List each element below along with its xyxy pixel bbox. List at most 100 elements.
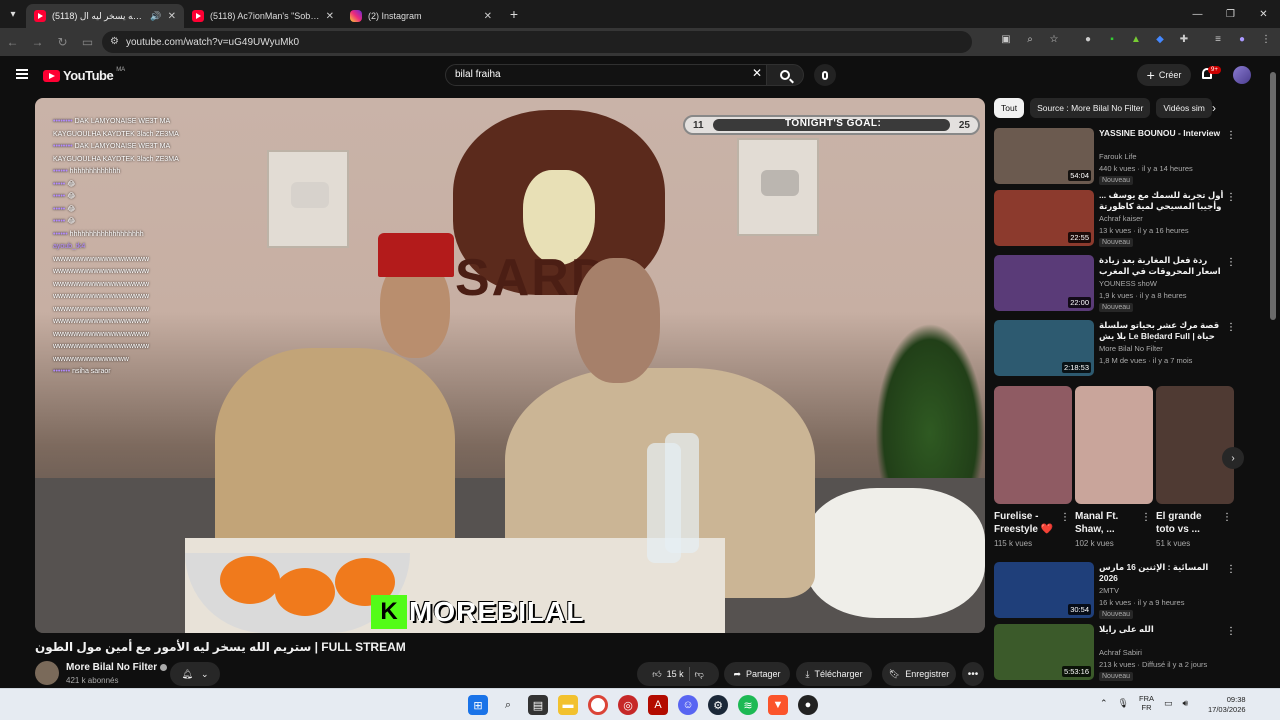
short-item[interactable]: Manal Ft. Shaw, ... 102 k vues ⋮: [1075, 386, 1153, 548]
acrobat-icon[interactable]: A: [648, 695, 668, 715]
close-icon[interactable]: ✕: [168, 11, 176, 22]
language-indicator[interactable]: FRA FR: [1139, 694, 1154, 712]
extension-icon[interactable]: ◆: [1154, 33, 1166, 45]
video-title[interactable]: ردة فعل المغاربة بعد زيادة اسعار المحروق…: [1099, 255, 1224, 277]
search-input[interactable]: bilal fraiha: [445, 64, 767, 86]
split-view-icon[interactable]: ▭: [75, 35, 100, 49]
more-options-icon[interactable]: ⋮: [1226, 564, 1236, 575]
video-thumbnail[interactable]: 2:18:53: [994, 320, 1094, 376]
search-button[interactable]: [766, 64, 804, 86]
video-title[interactable]: الله على رايلا: [1099, 624, 1224, 635]
video-thumbnail[interactable]: 54:04: [994, 128, 1094, 184]
more-options-icon[interactable]: ⋮: [1226, 626, 1236, 637]
site-info-icon[interactable]: ⚙: [110, 36, 119, 47]
channel-name[interactable]: YOUNESS shoW: [1099, 279, 1157, 288]
short-title[interactable]: El grande toto vs ...: [1156, 510, 1220, 536]
short-thumbnail[interactable]: [1156, 386, 1234, 504]
video-title[interactable]: المسائية : الإثنين 16 مارس 2026: [1099, 562, 1224, 584]
account-avatar[interactable]: [1233, 66, 1251, 84]
like-icon[interactable]: 👍︎: [652, 669, 661, 680]
channel-name[interactable]: Achraf kaiser: [1099, 214, 1143, 223]
menu-icon[interactable]: [16, 69, 28, 79]
video-title[interactable]: قصة مرك عشر بحياتو سلسلة بلا يش Le Bleda…: [1099, 320, 1224, 342]
search-icon[interactable]: ⌕: [498, 695, 518, 715]
short-item[interactable]: El grande toto vs ... 51 k vues ⋮: [1156, 386, 1234, 548]
app-red-icon[interactable]: ◎: [618, 695, 638, 715]
minimize-icon[interactable]: —: [1181, 0, 1214, 28]
short-thumbnail[interactable]: [1075, 386, 1153, 504]
tab-youtube-stream[interactable]: (5118) ستريم الله يسخر ليه ال 🔊 ✕: [26, 4, 184, 28]
video-title[interactable]: أول تجربة للسمك مع يوسف ... وأجيبا المسي…: [1099, 190, 1224, 212]
volume-icon[interactable]: 🔊︎: [1183, 698, 1189, 709]
short-thumbnail[interactable]: [994, 386, 1072, 504]
video-thumbnail[interactable]: 22:00: [994, 255, 1094, 311]
url-bar[interactable]: ⚙ youtube.com/watch?v=uG49UWyuMk0: [102, 31, 972, 53]
tab-search-icon[interactable]: ▾: [0, 0, 26, 28]
extension-icon[interactable]: ▲: [1130, 33, 1142, 45]
download-button[interactable]: ⤓ Télécharger: [796, 662, 872, 686]
video-thumbnail[interactable]: 22:55: [994, 190, 1094, 246]
more-options-icon[interactable]: ⋮: [1226, 130, 1236, 141]
video-title[interactable]: YASSINE BOUNOU - Interview: [1099, 128, 1224, 139]
more-options-icon[interactable]: ⋮: [1222, 512, 1232, 523]
new-tab-button[interactable]: +: [500, 6, 528, 22]
close-icon[interactable]: ✕: [326, 11, 334, 22]
subscription-bell-button[interactable]: 🔔︎ ⌄: [170, 662, 220, 686]
chip-all[interactable]: Tout: [994, 98, 1025, 118]
tab-instagram[interactable]: (2) Instagram ✕: [342, 4, 500, 28]
steam-icon[interactable]: ⚙: [708, 695, 728, 715]
obs-icon[interactable]: ●: [798, 695, 818, 715]
recommended-video[interactable]: 30:54 المسائية : الإثنين 16 مارس 2026 2MTV…: [994, 562, 1244, 620]
video-thumbnail[interactable]: 30:54: [994, 562, 1094, 618]
extension-icon[interactable]: ▪: [1106, 33, 1118, 45]
extensions-puzzle-icon[interactable]: ✚: [1178, 33, 1190, 45]
create-button[interactable]: + Créer: [1137, 64, 1191, 86]
restore-icon[interactable]: ❐: [1214, 0, 1247, 28]
more-options-icon[interactable]: ⋮: [1060, 512, 1070, 523]
brave-icon[interactable]: ▼: [768, 695, 788, 715]
discord-icon[interactable]: ☺: [678, 695, 698, 715]
cast-icon[interactable]: ▣: [1000, 33, 1012, 45]
close-window-icon[interactable]: ✕: [1247, 0, 1280, 28]
recommended-video[interactable]: 5:53:16 الله على رايلا Achraf Sabiri 213 k …: [994, 624, 1244, 682]
microphone-icon[interactable]: 🎙︎: [1118, 698, 1129, 709]
channel-name[interactable]: 2MTV: [1099, 586, 1119, 595]
save-button[interactable]: 🔖︎ Enregistrer: [882, 662, 956, 686]
extension-icon[interactable]: ●: [1082, 33, 1094, 45]
short-title[interactable]: Manal Ft. Shaw, ...: [1075, 510, 1139, 536]
back-icon[interactable]: ←: [0, 35, 25, 49]
channel-name[interactable]: More Bilal No Filter: [66, 662, 168, 673]
profile-avatar-icon[interactable]: ●: [1236, 33, 1248, 45]
forward-icon[interactable]: →: [25, 35, 50, 49]
windows-start-icon[interactable]: ⊞: [468, 695, 488, 715]
more-options-icon[interactable]: ⋮: [1226, 322, 1236, 333]
short-item[interactable]: Furelise - Freestyle ❤️ 115 k vues ⋮: [994, 386, 1072, 548]
channel-avatar[interactable]: [35, 661, 59, 685]
network-icon[interactable]: ▭: [1164, 698, 1173, 709]
clock[interactable]: 09:38 17/03/2026: [1208, 695, 1246, 715]
recommended-video[interactable]: 22:00 ردة فعل المغاربة بعد زيادة اسعار ال…: [994, 255, 1244, 313]
chip-source[interactable]: Source : More Bilal No Filter: [1030, 98, 1151, 118]
clear-search-icon[interactable]: ✕: [752, 66, 762, 80]
browser-menu-icon[interactable]: ⋮: [1260, 33, 1272, 45]
file-explorer-icon[interactable]: ▬: [558, 695, 578, 715]
more-options-icon[interactable]: ⋮: [1226, 192, 1236, 203]
more-options-icon[interactable]: ⋮: [1226, 257, 1236, 268]
more-actions-icon[interactable]: •••: [962, 662, 984, 686]
close-icon[interactable]: ✕: [484, 11, 492, 22]
task-view-icon[interactable]: ▤: [528, 695, 548, 715]
chevron-right-icon[interactable]: ›: [1212, 101, 1216, 115]
tab-search-icon[interactable]: ≡: [1212, 33, 1224, 45]
video-player[interactable]: SARDA •••••••• DAK LAMYONAISE WE3T MA KA…: [35, 98, 985, 633]
chrome-icon[interactable]: [588, 695, 608, 715]
more-options-icon[interactable]: ⋮: [1141, 512, 1151, 523]
tab-youtube-sober[interactable]: (5118) Ac7ionMan's "Sober" Jo ✕: [184, 4, 342, 28]
youtube-logo[interactable]: YouTube MA: [43, 67, 125, 83]
channel-name[interactable]: More Bilal No Filter: [1099, 344, 1163, 353]
dislike-icon[interactable]: 👎︎: [695, 669, 704, 680]
channel-name[interactable]: Farouk Life: [1099, 152, 1137, 161]
chevron-up-icon[interactable]: ⌃: [1100, 698, 1108, 709]
channel-name[interactable]: Achraf Sabiri: [1099, 648, 1142, 657]
recommended-video[interactable]: 22:55 أول تجربة للسمك مع يوسف ... وأجيبا …: [994, 190, 1244, 248]
speaker-icon[interactable]: 🔊: [150, 11, 161, 22]
